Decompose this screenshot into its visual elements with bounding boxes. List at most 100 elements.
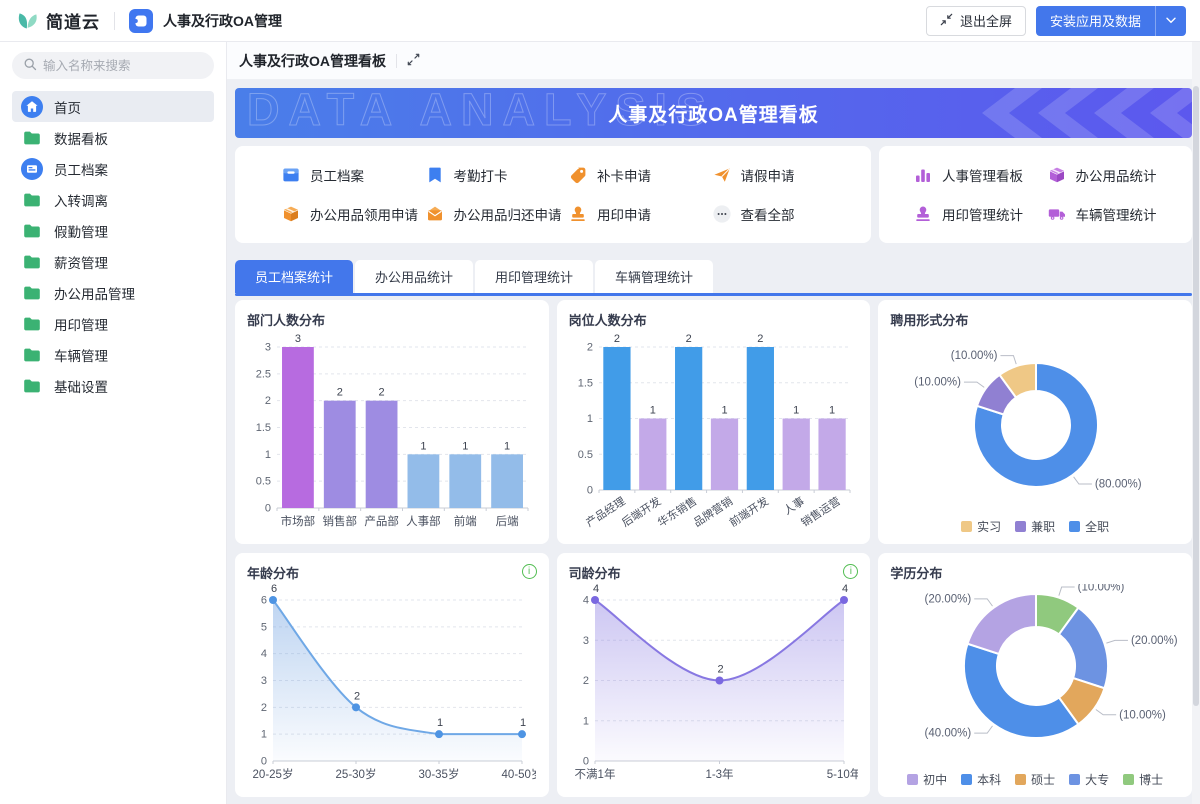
page-title: 人事及行政OA管理看板 (239, 51, 386, 71)
chevron-down-icon[interactable] (1155, 6, 1186, 36)
folder-icon (21, 220, 43, 242)
brand-logo[interactable]: 简道云 (14, 6, 100, 35)
svg-text:(10.00%): (10.00%) (951, 350, 998, 362)
chart-title: 岗位人数分布 (569, 310, 859, 329)
tab-underline (235, 293, 1192, 296)
svg-text:20-25岁: 20-25岁 (253, 767, 294, 781)
search-icon (23, 57, 37, 74)
sidebar-item-onboarding-transfer[interactable]: 入转调离 (12, 184, 214, 215)
sidebar-item-label: 假勤管理 (54, 221, 108, 241)
quick-link-label: 查看全部 (741, 204, 795, 224)
quick-link-employee-archive[interactable]: 员工档案 (281, 165, 425, 185)
exit-fullscreen-label: 退出全屏 (960, 11, 1012, 30)
expand-icon[interactable] (407, 53, 420, 69)
svg-text:1: 1 (721, 405, 727, 417)
box-icon (1047, 165, 1067, 185)
legend-swatch (1069, 774, 1080, 785)
stats-link-seal-stats[interactable]: 用印管理统计 (913, 204, 1047, 224)
svg-text:2.5: 2.5 (256, 368, 271, 380)
search-input[interactable] (43, 59, 203, 73)
sidebar-item-payroll[interactable]: 薪资管理 (12, 246, 214, 277)
dashboard-content: DATA ANALYSIS 人事及行政OA管理看板 员工档案考勤打卡补卡申请请假… (227, 80, 1192, 804)
department-headcount-chart: 00.511.522.533市场部2销售部2产品部1人事部1前端1后端 (247, 331, 536, 536)
svg-text:4: 4 (261, 648, 267, 660)
quick-link-label: 考勤打卡 (454, 165, 508, 185)
legend-item[interactable]: 初中 (907, 771, 947, 788)
sidebar-item-label: 员工档案 (54, 159, 108, 179)
legend-item[interactable]: 博士 (1123, 771, 1163, 788)
svg-text:1: 1 (265, 449, 271, 461)
quick-link-attendance-punch[interactable]: 考勤打卡 (425, 165, 569, 185)
stats-link-supplies-stats[interactable]: 办公用品统计 (1047, 165, 1181, 185)
svg-text:0.5: 0.5 (577, 449, 592, 461)
scrollbar-thumb[interactable] (1193, 86, 1199, 706)
legend-label: 硕士 (1031, 771, 1055, 788)
legend-swatch (961, 521, 972, 532)
legend-label: 大专 (1085, 771, 1109, 788)
svg-text:1: 1 (261, 729, 267, 741)
quick-link-label: 人事管理看板 (942, 165, 1023, 185)
svg-text:2: 2 (685, 333, 691, 345)
svg-text:1: 1 (462, 440, 468, 452)
legend-label: 兼职 (1031, 518, 1055, 535)
page-toolbar: 人事及行政OA管理看板 (227, 42, 1200, 80)
svg-text:1: 1 (420, 440, 426, 452)
svg-text:1: 1 (583, 715, 589, 727)
folder-icon (21, 313, 43, 335)
svg-text:产品部: 产品部 (364, 514, 399, 528)
quick-link-view-all[interactable]: 查看全部 (712, 204, 856, 224)
legend-item[interactable]: 兼职 (1015, 518, 1055, 535)
tag-icon (568, 165, 588, 185)
legend-item[interactable]: 全职 (1069, 518, 1109, 535)
svg-text:0: 0 (583, 756, 589, 768)
quick-link-leave-request[interactable]: 请假申请 (712, 165, 856, 185)
legend-item[interactable]: 实习 (961, 518, 1001, 535)
charts-grid: 部门人数分布00.511.522.533市场部2销售部2产品部1人事部1前端1后… (235, 300, 1192, 797)
scrollbar-track[interactable] (1192, 42, 1200, 804)
svg-text:3: 3 (261, 675, 267, 687)
toolbar-divider (396, 54, 397, 68)
sidebar-item-data-dashboard[interactable]: 数据看板 (12, 122, 214, 153)
legend-item[interactable]: 大专 (1069, 771, 1109, 788)
sidebar-item-label: 基础设置 (54, 376, 108, 396)
sidebar-item-attendance[interactable]: 假勤管理 (12, 215, 214, 246)
quick-link-card-replacement[interactable]: 补卡申请 (568, 165, 712, 185)
svg-text:2: 2 (337, 387, 343, 399)
chart-legend: 初中本科 硕士 大专博士 (878, 771, 1192, 788)
quick-link-label: 办公用品领用申请 (310, 204, 418, 224)
info-icon[interactable]: i (522, 564, 537, 579)
svg-text:30-35岁: 30-35岁 (419, 767, 460, 781)
sidebar-item-label: 首页 (54, 97, 81, 117)
sidebar-item-office-supplies[interactable]: 办公用品管理 (12, 277, 214, 308)
sidebar-item-seal-management[interactable]: 用印管理 (12, 308, 214, 339)
quick-link-seal-request[interactable]: 用印申请 (568, 204, 712, 224)
tab-supplies-stats[interactable]: 办公用品统计 (355, 260, 473, 293)
svg-text:6: 6 (261, 595, 267, 607)
sidebar-item-basic-settings[interactable]: 基础设置 (12, 370, 214, 401)
tab-vehicle-stats[interactable]: 车辆管理统计 (595, 260, 713, 293)
compress-icon (940, 13, 953, 29)
sidebar-search[interactable] (12, 52, 214, 79)
sidebar-item-home[interactable]: 首页 (12, 91, 214, 122)
quick-links-card: 员工档案 考勤打卡 补卡申请请假申请办公用品领用申请办公用品归还申请 用印申请 查看全部 (235, 146, 871, 243)
legend-swatch (1015, 521, 1026, 532)
envelope-icon (425, 204, 445, 224)
sidebar-item-employee-archive[interactable]: 员工档案 (12, 153, 214, 184)
exit-fullscreen-button[interactable]: 退出全屏 (926, 6, 1026, 36)
stats-link-hr-dashboard[interactable]: 人事管理看板 (913, 165, 1047, 185)
install-app-label[interactable]: 安装应用及数据 (1036, 6, 1155, 36)
tab-employee-stats[interactable]: 员工档案统计 (235, 260, 353, 293)
legend-item[interactable]: 本科 (961, 771, 1001, 788)
svg-text:产品经理: 产品经理 (583, 494, 628, 530)
legend-swatch (961, 774, 972, 785)
sidebar-item-vehicle-management[interactable]: 车辆管理 (12, 339, 214, 370)
quick-link-supplies-return[interactable]: 办公用品归还申请 (425, 204, 569, 224)
quick-link-supplies-claim[interactable]: 办公用品领用申请 (281, 204, 425, 224)
install-app-split-button[interactable]: 安装应用及数据 (1036, 6, 1186, 36)
legend-item[interactable]: 硕士 (1015, 771, 1055, 788)
tab-seal-stats[interactable]: 用印管理统计 (475, 260, 593, 293)
quick-link-label: 用印申请 (597, 204, 651, 224)
sidebar-item-label: 入转调离 (54, 190, 108, 210)
svg-text:4: 4 (842, 584, 848, 595)
stats-link-vehicle-stats[interactable]: 车辆管理统计 (1047, 204, 1181, 224)
